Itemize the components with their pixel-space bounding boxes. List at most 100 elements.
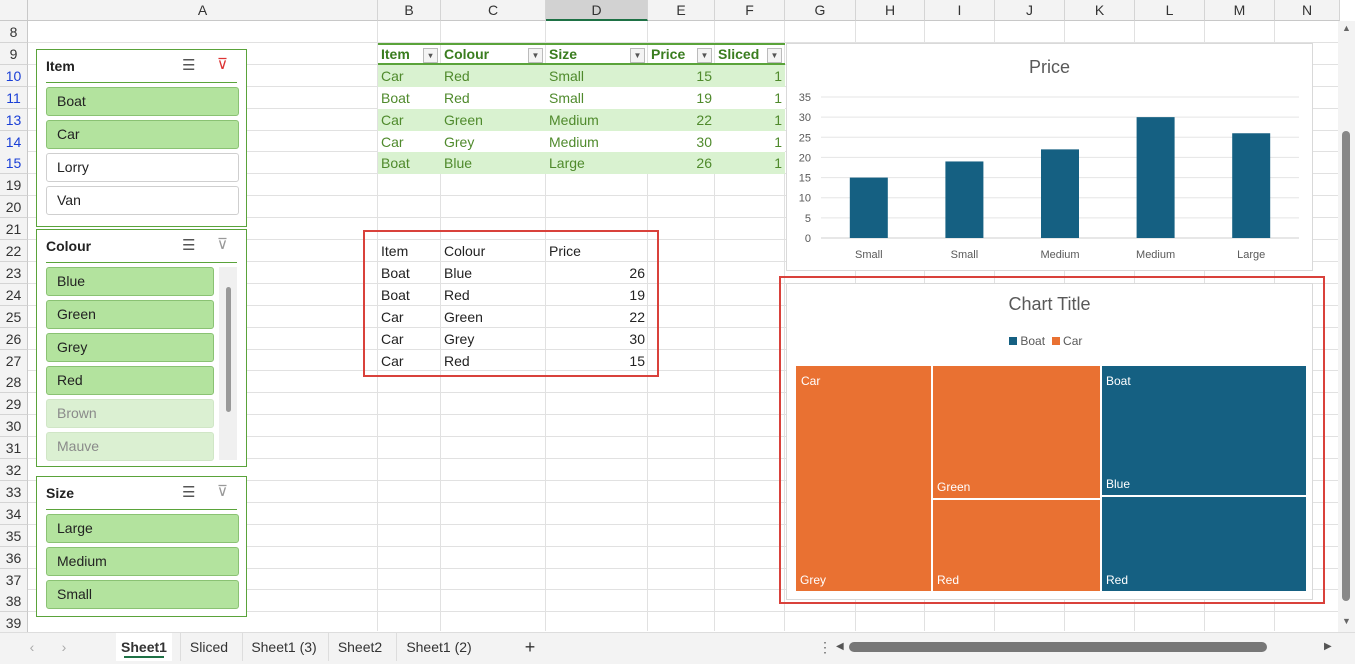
sheet-tab[interactable]: Sheet1 (2) [396, 633, 481, 661]
row-header-34[interactable]: 34 [0, 503, 28, 525]
summary-cell[interactable]: Green [441, 306, 546, 328]
filter-dropdown-icon[interactable]: ▼ [767, 48, 782, 63]
table-cell[interactable]: Green [441, 109, 546, 131]
row-header-28[interactable]: 28 [0, 371, 28, 393]
scroll-down-icon[interactable]: ▼ [1338, 616, 1355, 626]
table-cell[interactable]: Boat [378, 87, 441, 109]
row-header-37[interactable]: 37 [0, 569, 28, 591]
treemap-tile-boat-red[interactable]: Red [1102, 497, 1306, 591]
table-cell[interactable]: Boat [378, 152, 441, 174]
summary-cell[interactable]: 26 [546, 262, 648, 284]
filter-dropdown-icon[interactable]: ▼ [528, 48, 543, 63]
column-header-E[interactable]: E [648, 0, 715, 21]
row-header-9[interactable]: 9 [0, 43, 28, 65]
table-cell[interactable]: Blue [441, 152, 546, 174]
row-header-29[interactable]: 29 [0, 393, 28, 415]
clear-filter-icon[interactable]: ⊽ [217, 55, 228, 73]
filter-dropdown-icon[interactable]: ▼ [697, 48, 712, 63]
filter-active-icon[interactable]: ▾ [423, 48, 438, 63]
table-cell[interactable]: Grey [441, 131, 546, 153]
summary-cell[interactable]: 19 [546, 284, 648, 306]
table-cell[interactable]: Small [546, 65, 648, 87]
table-cell[interactable]: 1 [715, 131, 785, 153]
scroll-up-icon[interactable]: ▲ [1338, 23, 1355, 33]
table-cell[interactable]: 30 [648, 131, 715, 153]
summary-cell[interactable]: Blue [441, 262, 546, 284]
slicer-item-mauve[interactable]: Mauve [46, 432, 214, 461]
summary-cell[interactable]: Red [441, 284, 546, 306]
table-cell[interactable]: Red [441, 65, 546, 87]
table-cell[interactable]: 1 [715, 109, 785, 131]
column-header-N[interactable]: N [1275, 0, 1340, 21]
multi-select-icon[interactable]: ☰ [182, 56, 195, 74]
table-cell[interactable]: Medium [546, 109, 648, 131]
treemap-tile-car-green[interactable]: Green [933, 366, 1100, 498]
slicer-item-brown[interactable]: Brown [46, 399, 214, 428]
scroll-left-icon[interactable]: ◀ [836, 641, 844, 652]
row-header-35[interactable]: 35 [0, 525, 28, 547]
next-sheet-icon[interactable]: › [54, 633, 74, 661]
add-sheet-button[interactable]: + [520, 633, 540, 661]
select-all-button[interactable] [0, 0, 28, 21]
summary-cell[interactable]: Boat [378, 262, 441, 284]
summary-cell[interactable]: 22 [546, 306, 648, 328]
row-header-26[interactable]: 26 [0, 328, 28, 350]
column-header-A[interactable]: A [28, 0, 378, 21]
table-cell[interactable]: 22 [648, 109, 715, 131]
clear-filter-icon[interactable]: ⊽ [217, 235, 228, 253]
treemap-tile-car-grey[interactable]: Grey [796, 366, 931, 591]
column-header-K[interactable]: K [1065, 0, 1135, 21]
scroll-right-icon[interactable]: ▶ [1324, 641, 1332, 652]
summary-cell[interactable]: Car [378, 350, 441, 372]
table-cell[interactable]: 19 [648, 87, 715, 109]
horizontal-scroll-thumb[interactable] [849, 642, 1267, 652]
summary-cell[interactable]: Grey [441, 328, 546, 350]
row-header-19[interactable]: 19 [0, 174, 28, 196]
row-header-27[interactable]: 27 [0, 350, 28, 372]
column-header-C[interactable]: C [441, 0, 546, 21]
multi-select-icon[interactable]: ☰ [182, 236, 195, 254]
slicer-item-car[interactable]: Car [46, 120, 239, 149]
slicer-item-red[interactable]: Red [46, 366, 214, 395]
slicer-item-small[interactable]: Small [46, 580, 239, 609]
slicer-scroll-thumb[interactable] [226, 287, 231, 412]
row-header-11[interactable]: 11 [0, 87, 28, 109]
slicer-item-large[interactable]: Large [46, 514, 239, 543]
row-header-8[interactable]: 8 [0, 21, 28, 43]
summary-cell[interactable]: Boat [378, 284, 441, 306]
summary-header[interactable]: Colour [441, 240, 546, 262]
column-header-B[interactable]: B [378, 0, 441, 21]
scroll-thumb[interactable] [1342, 131, 1350, 601]
row-header-24[interactable]: 24 [0, 284, 28, 306]
slicer-item-blue[interactable]: Blue [46, 267, 214, 296]
row-header-39[interactable]: 39 [0, 612, 28, 634]
column-header-I[interactable]: I [925, 0, 995, 21]
summary-header[interactable]: Item [378, 240, 441, 262]
column-header-L[interactable]: L [1135, 0, 1205, 21]
table-cell[interactable]: 26 [648, 152, 715, 174]
slicer-item-boat[interactable]: Boat [46, 87, 239, 116]
row-header-33[interactable]: 33 [0, 481, 28, 503]
filter-dropdown-icon[interactable]: ▼ [630, 48, 645, 63]
sheet-tab[interactable]: Sheet2 [328, 633, 391, 661]
summary-cell[interactable]: Red [441, 350, 546, 372]
row-header-22[interactable]: 22 [0, 240, 28, 262]
summary-cell[interactable]: 15 [546, 350, 648, 372]
prev-sheet-icon[interactable]: ‹ [22, 633, 42, 661]
table-cell[interactable]: Medium [546, 131, 648, 153]
table-cell[interactable]: 1 [715, 152, 785, 174]
sheet-tab[interactable]: Sheet1 [116, 633, 172, 661]
more-options-icon[interactable]: ⋮ [818, 633, 828, 661]
column-header-J[interactable]: J [995, 0, 1065, 21]
row-header-21[interactable]: 21 [0, 218, 28, 240]
column-header-F[interactable]: F [715, 0, 785, 21]
treemap-tile-car-red[interactable]: Red [933, 500, 1100, 591]
table-cell[interactable]: 1 [715, 65, 785, 87]
table-cell[interactable]: 1 [715, 87, 785, 109]
row-header-32[interactable]: 32 [0, 459, 28, 481]
row-header-10[interactable]: 10 [0, 65, 28, 87]
summary-cell[interactable]: Car [378, 306, 441, 328]
vertical-scrollbar[interactable]: ▲ ▼ [1338, 21, 1355, 632]
row-header-36[interactable]: 36 [0, 547, 28, 569]
slicer-item-green[interactable]: Green [46, 300, 214, 329]
